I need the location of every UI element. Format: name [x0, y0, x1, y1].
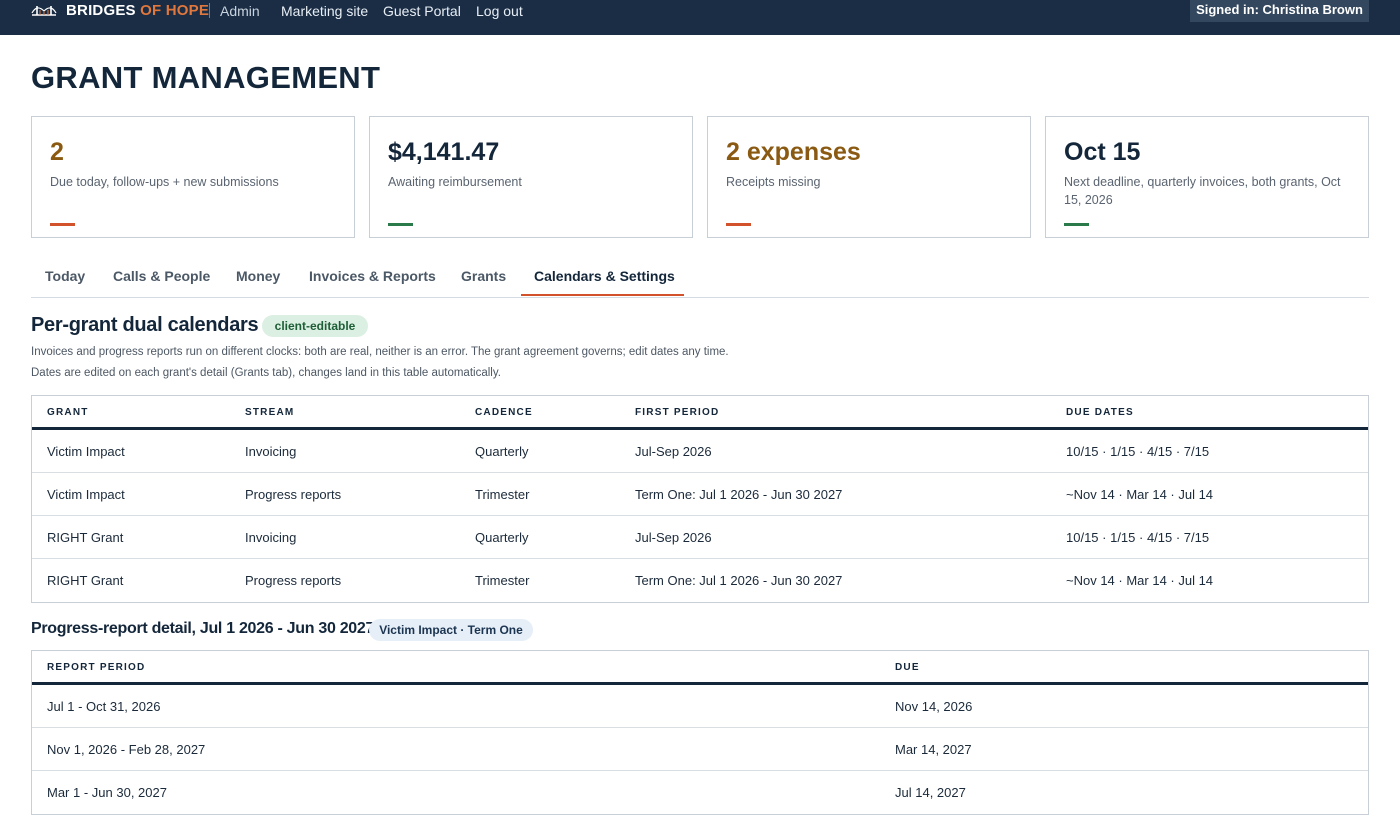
progress-detail-title: Progress-report detail, Jul 1 2026 - Jun… [31, 620, 375, 637]
bridge-icon [31, 6, 57, 16]
cell-due: Jul 14, 2027 [895, 785, 966, 800]
cell-due: Nov 14, 2026 [895, 699, 973, 714]
kpi-card-receipts-missing[interactable]: 2 expenses Receipts missing [707, 116, 1031, 238]
tab-calls-people[interactable]: Calls & People [113, 268, 210, 284]
cell-grant: Victim Impact [47, 487, 125, 502]
signed-in-badge: Signed in: Christina Brown [1190, 0, 1369, 22]
page-title: GRANT MANAGEMENT [31, 60, 381, 95]
cell-stream: Invoicing [245, 444, 297, 459]
client-editable-badge: client-editable [262, 315, 368, 337]
brand-name[interactable]: BRIDGES OF HOPE [66, 2, 209, 20]
brand-name-part2: OF HOPE [135, 2, 210, 19]
tab-calendars-settings[interactable]: Calendars & Settings [534, 268, 675, 284]
kpi-card-due-today[interactable]: 2 Due today, follow-ups + new submission… [31, 116, 355, 238]
cell-due-dates: 10/15 · 1/15 · 4/15 · 7/15 [1066, 444, 1210, 459]
cell-first-period: Jul-Sep 2026 [635, 530, 712, 545]
table-row[interactable]: RIGHT Grant Invoicing Quarterly Jul-Sep … [32, 516, 1368, 559]
nav-link-guest-portal[interactable]: Guest Portal [383, 2, 461, 20]
section-tabs: Today Calls & People Money Invoices & Re… [31, 258, 1369, 298]
dual-calendars-table: GRANT STREAM CADENCE FIRST PERIOD DUE DA… [31, 395, 1369, 603]
cell-grant: Victim Impact [47, 444, 125, 459]
column-header-cadence[interactable]: CADENCE [475, 407, 533, 418]
cell-due-dates: 10/15 · 1/15 · 4/15 · 7/15 [1066, 530, 1210, 545]
kpi-accent-bar [726, 223, 751, 226]
table-header: REPORT PERIOD DUE [32, 651, 1368, 685]
kpi-label: Awaiting reimbursement [388, 175, 522, 189]
kpi-card-awaiting-reimbursement[interactable]: $4,141.47 Awaiting reimbursement [369, 116, 693, 238]
table-header: GRANT STREAM CADENCE FIRST PERIOD DUE DA… [32, 396, 1368, 430]
column-header-stream[interactable]: STREAM [245, 407, 294, 418]
kpi-label: Next deadline, quarterly invoices, both … [1064, 175, 1341, 207]
calendars-description-note: Dates are edited on each grant's detail … [31, 367, 501, 379]
cell-cadence: Quarterly [475, 530, 529, 545]
top-navigation-bar: BRIDGES OF HOPE Admin Marketing site Gue… [0, 0, 1400, 35]
cell-first-period: Term One: Jul 1 2026 - Jun 30 2027 [635, 487, 843, 502]
kpi-card-next-deadline[interactable]: Oct 15 Next deadline, quarterly invoices… [1045, 116, 1369, 238]
calendars-section-title: Per-grant dual calendars [31, 314, 259, 336]
cell-report-period: Mar 1 - Jun 30, 2027 [47, 785, 167, 800]
tab-grants[interactable]: Grants [461, 268, 506, 284]
kpi-value: $4,141.47 [388, 138, 500, 166]
nav-link-log-out[interactable]: Log out [476, 2, 523, 20]
calendars-description: Invoices and progress reports run on dif… [31, 346, 729, 358]
column-header-grant[interactable]: GRANT [47, 407, 89, 418]
cell-first-period: Jul-Sep 2026 [635, 444, 712, 459]
brand-divider [209, 3, 210, 18]
cell-stream: Progress reports [245, 487, 342, 502]
column-header-first-period[interactable]: FIRST PERIOD [635, 407, 719, 418]
cell-first-period: Term One: Jul 1 2026 - Jun 30 2027 [635, 573, 843, 588]
grant-term-badge: Victim Impact · Term One [369, 619, 533, 641]
cell-grant: RIGHT Grant [47, 530, 124, 545]
cell-due: Mar 14, 2027 [895, 742, 972, 757]
column-header-due-dates[interactable]: DUE DATES [1066, 407, 1134, 418]
kpi-value: 2 [50, 138, 64, 166]
column-header-due[interactable]: DUE [895, 662, 920, 673]
table-row[interactable]: Mar 1 - Jun 30, 2027 Jul 14, 2027 [32, 771, 1368, 814]
progress-report-table: REPORT PERIOD DUE Jul 1 - Oct 31, 2026 N… [31, 650, 1369, 815]
cell-report-period: Nov 1, 2026 - Feb 28, 2027 [47, 742, 206, 757]
brand-name-part1: BRIDGES [66, 2, 136, 19]
kpi-accent-bar [388, 223, 413, 226]
kpi-value: 2 expenses [726, 138, 861, 166]
cell-stream: Invoicing [245, 530, 297, 545]
tab-money[interactable]: Money [236, 268, 280, 284]
cell-cadence: Trimester [475, 573, 530, 588]
cell-grant: RIGHT Grant [47, 573, 124, 588]
kpi-label: Due today, follow-ups + new submissions [50, 175, 279, 189]
cell-due-dates: ~Nov 14 · Mar 14 · Jul 14 [1066, 487, 1214, 502]
column-header-report-period[interactable]: REPORT PERIOD [47, 662, 145, 673]
cell-report-period: Jul 1 - Oct 31, 2026 [47, 699, 161, 714]
cell-cadence: Quarterly [475, 444, 529, 459]
cell-stream: Progress reports [245, 573, 342, 588]
cell-cadence: Trimester [475, 487, 530, 502]
cell-due-dates: ~Nov 14 · Mar 14 · Jul 14 [1066, 573, 1214, 588]
role-label: Admin [220, 3, 260, 19]
table-row[interactable]: Nov 1, 2026 - Feb 28, 2027 Mar 14, 2027 [32, 728, 1368, 771]
table-row[interactable]: Victim Impact Progress reports Trimester… [32, 473, 1368, 516]
kpi-value: Oct 15 [1064, 138, 1141, 166]
table-row[interactable]: Victim Impact Invoicing Quarterly Jul-Se… [32, 430, 1368, 473]
tab-invoices-reports[interactable]: Invoices & Reports [309, 268, 436, 284]
kpi-label: Receipts missing [726, 175, 821, 189]
kpi-accent-bar [50, 223, 75, 226]
table-row[interactable]: Jul 1 - Oct 31, 2026 Nov 14, 2026 [32, 685, 1368, 728]
active-tab-indicator [521, 294, 684, 296]
table-row[interactable]: RIGHT Grant Progress reports Trimester T… [32, 559, 1368, 602]
nav-link-marketing-site[interactable]: Marketing site [281, 2, 368, 20]
kpi-accent-bar [1064, 223, 1089, 226]
tab-today[interactable]: Today [45, 268, 85, 284]
